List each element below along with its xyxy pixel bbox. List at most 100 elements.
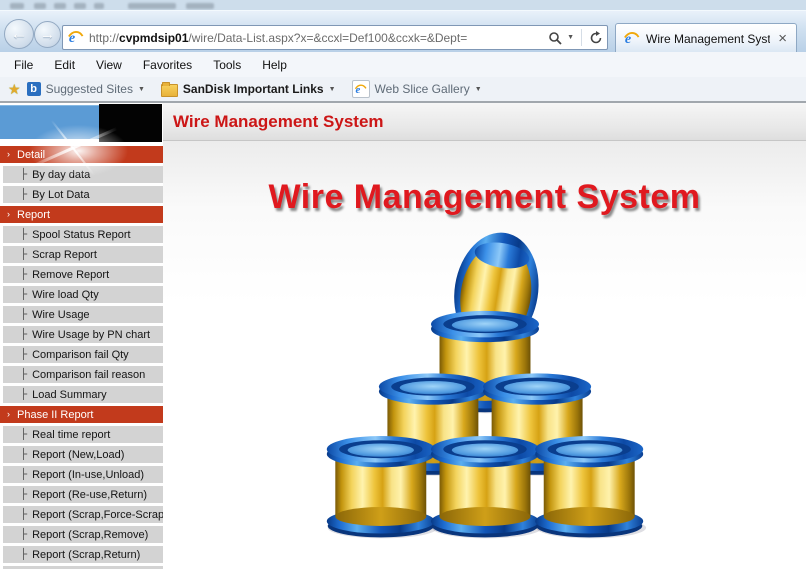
sidebar-section-phase-ii-report[interactable]: › Phase II Report <box>0 406 163 423</box>
background-blob <box>186 3 214 9</box>
favorites-item-label: Web Slice Gallery <box>375 82 470 96</box>
background-blob <box>74 3 86 9</box>
sidebar-item-report-scrap-remove[interactable]: ├ Report (Scrap,Remove) <box>3 526 163 543</box>
ie-logo-icon: e <box>67 29 84 46</box>
sidebar-section-detail[interactable]: › Detail <box>0 146 163 163</box>
sidebar-item-scrap-report[interactable]: ├ Scrap Report <box>3 246 163 263</box>
tree-branch-icon: ├ <box>20 549 27 560</box>
browser-tab[interactable]: e Wire Management System × <box>615 23 797 53</box>
sidebar-nav: ›Detail├By day data├By Lot Data›Report├S… <box>0 146 163 569</box>
favorites-item-suggested-sites[interactable]: bSuggested Sites▼ <box>27 82 145 96</box>
sidebar-section-label: Detail <box>17 149 45 161</box>
url-text[interactable]: http://cvpmdsip01/wire/Data-List.aspx?x=… <box>89 31 544 45</box>
sidebar-logo-blue-box <box>0 105 99 139</box>
sidebar-item-label: Comparison fail reason <box>32 369 145 381</box>
chevron-right-icon: › <box>7 150 10 159</box>
menu-item-file[interactable]: File <box>14 58 33 72</box>
background-blob <box>10 3 24 9</box>
address-bar[interactable]: e http://cvpmdsip01/wire/Data-List.aspx?… <box>62 25 608 50</box>
tree-branch-icon: ├ <box>20 189 27 200</box>
sidebar-item-real-time-report[interactable]: ├Real time report <box>3 426 163 443</box>
menu-item-tools[interactable]: Tools <box>213 58 241 72</box>
back-button[interactable]: ← <box>4 19 34 49</box>
sidebar-item-comparison-fail-reason[interactable]: ├Comparison fail reason <box>3 366 163 383</box>
menu-item-edit[interactable]: Edit <box>54 58 75 72</box>
page-content: ›Detail├By day data├By Lot Data›Report├S… <box>0 103 806 569</box>
menu-item-view[interactable]: View <box>96 58 122 72</box>
sidebar-section-label: Phase II Report <box>17 409 93 421</box>
tree-branch-icon: ├ <box>20 229 27 240</box>
sidebar-item-label: Wire Usage <box>32 309 89 321</box>
sidebar-item-report-in-use-unload[interactable]: ├ Report (In-use,Unload) <box>3 466 163 483</box>
sidebar: ›Detail├By day data├By Lot Data›Report├S… <box>0 103 163 569</box>
webslice-icon: e <box>352 80 370 98</box>
sidebar-item-remove-report[interactable]: ├ Remove Report <box>3 266 163 283</box>
background-blob <box>94 3 104 9</box>
address-bar-icons: ▼ <box>548 29 603 46</box>
sidebar-logo-black-box <box>99 104 162 142</box>
tree-branch-icon: ├ <box>20 349 27 360</box>
sidebar-section-report[interactable]: › Report <box>0 206 163 223</box>
refresh-icon[interactable] <box>589 31 603 45</box>
forward-button[interactable]: → <box>34 21 61 48</box>
chevron-down-icon: ▼ <box>475 86 482 93</box>
chevron-right-icon: › <box>7 410 10 419</box>
sidebar-item-by-day-data[interactable]: ├By day data <box>3 166 163 183</box>
chevron-down-icon: ▼ <box>329 86 336 93</box>
tree-branch-icon: ├ <box>20 489 27 500</box>
tree-branch-icon: ├ <box>20 429 27 440</box>
favorites-item-web-slice-gallery[interactable]: e Web Slice Gallery ▼ <box>352 80 482 98</box>
sidebar-item-report-scrap-force-scrap[interactable]: ├ Report (Scrap,Force-Scrap) <box>3 506 163 523</box>
sidebar-item-label: Wire load Qty <box>32 289 99 301</box>
sidebar-item-label: Report (Scrap,Remove) <box>32 529 148 541</box>
sidebar-item-label: Remove Report <box>32 269 109 281</box>
sidebar-item-label: Report (Scrap,Force-Scrap) <box>32 509 163 521</box>
tree-branch-icon: ├ <box>20 529 27 540</box>
tree-branch-icon: ├ <box>20 389 27 400</box>
sidebar-item-comparison-fail-qty[interactable]: ├Comparison fail Qty <box>3 346 163 363</box>
menu-item-favorites[interactable]: Favorites <box>143 58 192 72</box>
page-title: Wire Management System <box>163 103 806 141</box>
favorites-bar: ★ bSuggested Sites▼SanDisk Important Lin… <box>0 77 806 103</box>
folder-icon <box>161 84 178 97</box>
browser-navbar: ← → e http://cvpmdsip01/wire/Data-List.a… <box>0 10 806 52</box>
sidebar-item-by-lot-data[interactable]: ├By Lot Data <box>3 186 163 203</box>
sidebar-item-wire-load-qty[interactable]: ├Wire load Qty <box>3 286 163 303</box>
sidebar-item-label: Wire Usage by PN chart <box>32 329 150 341</box>
chevron-right-icon: › <box>7 210 10 219</box>
sidebar-item-label: Scrap Report <box>32 249 97 261</box>
bing-icon: b <box>27 82 41 96</box>
back-arrow-icon: ← <box>11 24 28 44</box>
sidebar-item-label: Report (Scrap,Return) <box>32 549 140 561</box>
sidebar-item-label: Report (In-use,Unload) <box>32 469 144 481</box>
sidebar-item-label: By day data <box>32 169 90 181</box>
tree-branch-icon: ├ <box>20 329 27 340</box>
sidebar-item-wire-usage[interactable]: ├ Wire Usage <box>3 306 163 323</box>
tree-branch-icon: ├ <box>20 249 27 260</box>
sidebar-item-wire-usage-by-pn-chart[interactable]: ├ Wire Usage by PN chart <box>3 326 163 343</box>
favorites-item-sandisk-important-links[interactable]: SanDisk Important Links ▼ <box>161 82 336 97</box>
search-icon[interactable] <box>548 31 562 45</box>
favorites-star-icon[interactable]: ★ <box>8 81 21 98</box>
tree-branch-icon: ├ <box>20 509 27 520</box>
tab-close-icon[interactable]: × <box>776 31 789 46</box>
tree-branch-icon: ├ <box>20 309 27 320</box>
sidebar-section-label: Report <box>17 209 50 221</box>
sidebar-item-report-re-use-return[interactable]: ├Report (Re-use,Return) <box>3 486 163 503</box>
favorites-item-label: Suggested Sites <box>46 82 133 96</box>
sidebar-item-report-scrap-return[interactable]: ├ Report (Scrap,Return) <box>3 546 163 563</box>
main-content: Wire Management System Wire Management S… <box>163 103 806 569</box>
content-body: Wire Management System <box>163 141 806 569</box>
sidebar-item-label: Report (New,Load) <box>32 449 124 461</box>
background-blob <box>128 3 176 9</box>
sidebar-item-report-new-load[interactable]: ├Report (New,Load) <box>3 446 163 463</box>
menu-item-help[interactable]: Help <box>262 58 287 72</box>
search-caret-icon[interactable]: ▼ <box>567 34 574 41</box>
background-blob <box>54 3 66 9</box>
sidebar-item-load-summary[interactable]: ├Load Summary <box>3 386 163 403</box>
tree-branch-icon: ├ <box>20 469 27 480</box>
address-separator <box>581 29 582 46</box>
tree-branch-icon: ├ <box>20 269 27 280</box>
sidebar-item-spool-status-report[interactable]: ├Spool Status Report <box>3 226 163 243</box>
favorites-item-label: SanDisk Important Links <box>183 82 324 96</box>
